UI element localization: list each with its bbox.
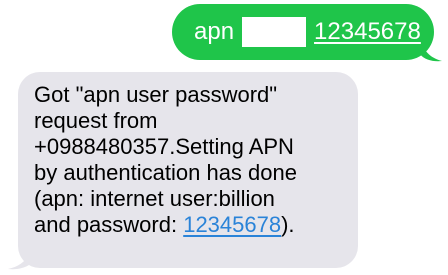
received-password-link[interactable]: 12345678 bbox=[183, 212, 281, 237]
message-thread: apn 12345678 Got "apn user password" req… bbox=[0, 0, 448, 275]
received-message-line: request from bbox=[34, 108, 158, 133]
received-message-bubble[interactable]: Got "apn user password" request from +09… bbox=[18, 72, 358, 268]
received-message-last-line: and password: 12345678). bbox=[34, 212, 346, 238]
sent-message-bubble[interactable]: apn 12345678 bbox=[172, 4, 434, 60]
received-message-text: and password: bbox=[34, 212, 184, 237]
received-message-line: +0988480357.Setting APN bbox=[34, 134, 294, 159]
received-message-line: by authentication has done bbox=[34, 160, 297, 185]
sent-password-link[interactable]: 12345678 bbox=[314, 18, 421, 46]
sent-message-text: apn bbox=[194, 18, 235, 45]
redacted-username bbox=[242, 17, 307, 47]
received-message-line: (apn: internet user:billion bbox=[34, 186, 275, 211]
received-message-line: Got "apn user password" bbox=[34, 82, 278, 107]
received-message-text: ). bbox=[281, 212, 295, 237]
